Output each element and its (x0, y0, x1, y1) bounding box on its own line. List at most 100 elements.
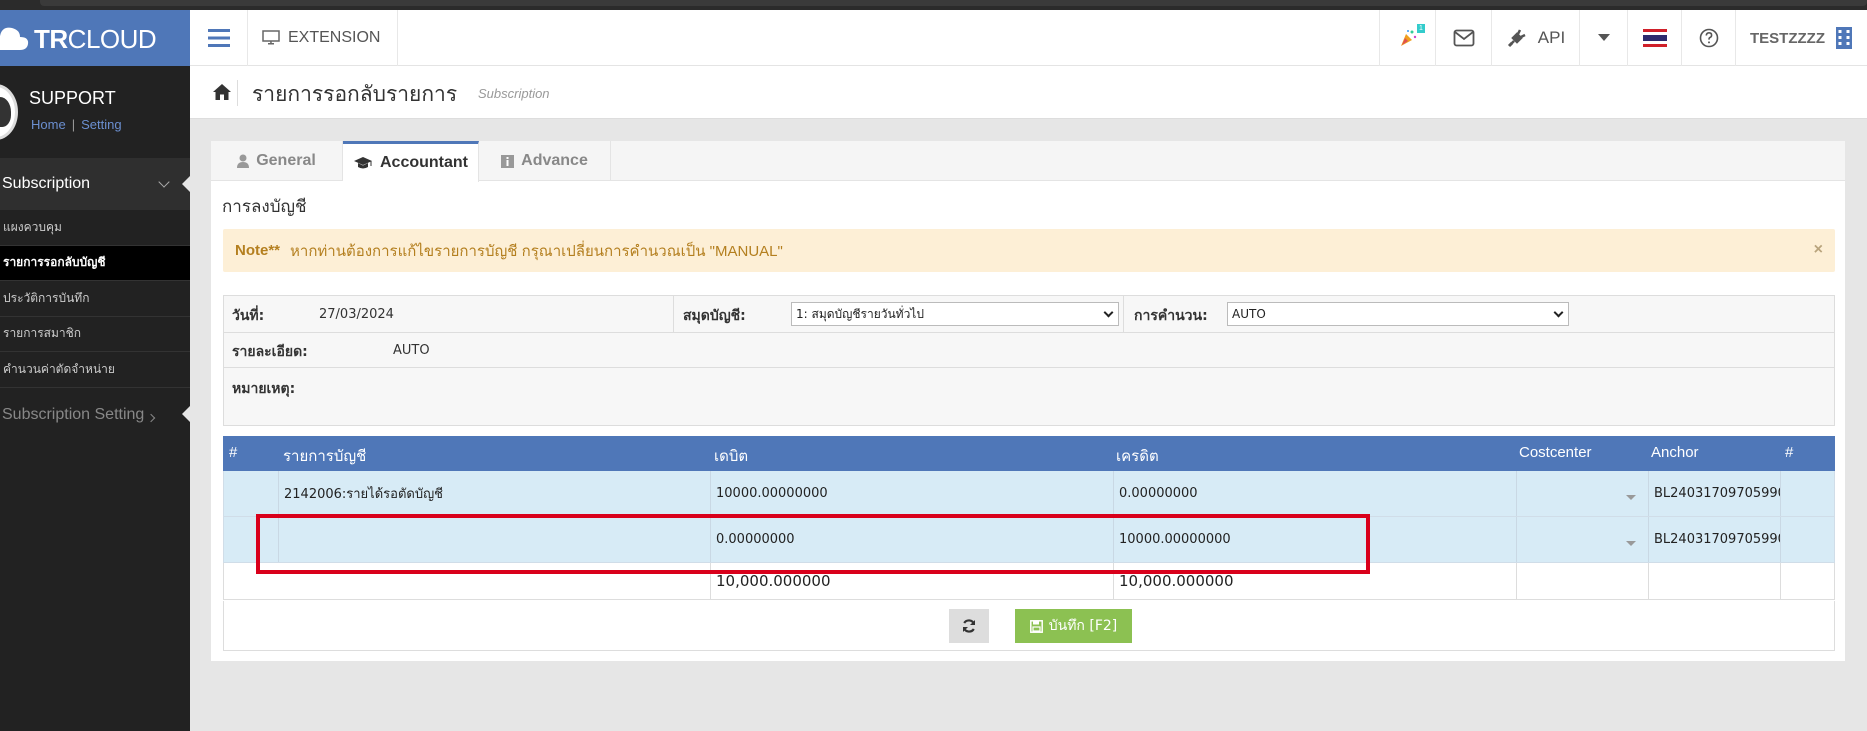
column-header: เครดิต (1116, 448, 1159, 465)
credit-cell[interactable]: 0.00000000 (1113, 471, 1516, 516)
section-title: การลงบัญชี (222, 197, 307, 217)
help-button[interactable] (1681, 10, 1735, 66)
row-action-cell[interactable] (1780, 517, 1836, 562)
sidebar-item-history[interactable]: ประวัติการบันทึก (0, 281, 190, 317)
tab-advance[interactable]: Advance (479, 141, 611, 181)
party-popper-icon (1400, 30, 1416, 46)
book-select[interactable]: 1: สมุดบัญชีรายวันทั่วไป (791, 302, 1119, 326)
sidebar: SUPPORT Home | Setting Subscription แผงควบ… (0, 66, 190, 731)
brand-logo[interactable]: TRCLOUD (0, 10, 190, 66)
sidebar-item-label: รายการรอกลับบัญชี (3, 255, 106, 270)
total-debit: 10,000.000000 (710, 563, 1113, 599)
monitor-icon (262, 30, 280, 45)
column-header: เดบิต (714, 448, 749, 465)
cloud-icon (0, 27, 29, 50)
costcenter-select[interactable] (1516, 471, 1648, 516)
extension-button[interactable]: EXTENSION (248, 10, 398, 66)
calc-select[interactable]: AUTO (1227, 302, 1569, 326)
divider (237, 80, 238, 106)
caret-down-icon (1626, 541, 1636, 546)
thai-flag-icon (1642, 29, 1667, 47)
totals-spacer (224, 563, 710, 599)
sidebar-item-label: คำนวนค่าตัดจำหน่าย (3, 361, 115, 376)
date-value[interactable]: 27/03/2024 (319, 307, 394, 322)
tab-label: General (256, 152, 316, 169)
column-header: Anchor (1651, 444, 1699, 461)
form-row-header: วันที่: 27/03/2024 สมุดบัญชี: 1: สมุดบัญ… (224, 296, 1834, 333)
debit-cell[interactable]: 10000.00000000 (710, 471, 1113, 516)
main-panel: General Accountant Advance การลงบัญชี No… (211, 141, 1845, 661)
caret-down-icon (1626, 495, 1636, 500)
sidebar-section-subscription[interactable]: Subscription (0, 158, 190, 210)
debit-cell[interactable]: 0.00000000 (710, 517, 1113, 562)
plug-icon (1507, 29, 1526, 48)
notification-button[interactable]: 1 (1379, 10, 1435, 66)
refresh-button[interactable] (949, 609, 989, 643)
table-header: # รายการบัญชี เดบิต เครดิต Costcenter An… (223, 436, 1835, 471)
dropdown-toggle[interactable] (1579, 10, 1627, 66)
tab-bar: General Accountant Advance (211, 141, 1845, 182)
hamburger-icon (207, 29, 230, 47)
note-prefix: Note** (235, 242, 281, 259)
browser-tab-strip (40, 0, 1867, 6)
api-button[interactable]: API (1491, 10, 1579, 66)
account-cell[interactable] (278, 517, 710, 562)
tab-label: Accountant (380, 154, 468, 171)
table-row[interactable]: 2142006:รายได้รอตัดบัญชี 10000.00000000 … (223, 471, 1835, 517)
profile-links: Home | Setting (31, 117, 122, 132)
api-label: API (1537, 28, 1566, 47)
mail-button[interactable] (1435, 10, 1491, 66)
column-header: # (229, 444, 238, 461)
totals-spacer (1516, 563, 1648, 599)
sidebar-section-label: Subscription Setting (2, 406, 145, 423)
sidebar-item-members[interactable]: รายการสมาชิก (0, 317, 190, 352)
table-row[interactable]: 0.00000000 10000.00000000 BL240317097059… (223, 517, 1835, 563)
tab-general[interactable]: General (211, 141, 343, 181)
sidebar-submenu: แผงควบคุม รายการรอกลับบัญชี ประวัติการบั… (0, 210, 190, 388)
user-menu[interactable]: TESTZZZZ (1735, 10, 1867, 66)
browser-top-bar (0, 0, 1867, 10)
totals-spacer (1648, 563, 1780, 599)
close-icon[interactable]: × (1814, 241, 1823, 259)
menu-toggle-button[interactable] (190, 10, 248, 66)
info-icon (501, 154, 515, 168)
book-label: สมุดบัญชี: (683, 308, 746, 324)
user-label: TESTZZZZ (1750, 29, 1825, 47)
brand-name: TRCLOUD (34, 24, 157, 54)
row-action-cell[interactable] (1780, 471, 1836, 516)
costcenter-select[interactable] (1516, 517, 1648, 562)
tab-accountant[interactable]: Accountant (343, 141, 479, 182)
detail-label: รายละเอียด: (232, 344, 308, 360)
sidebar-item-pending-reversal[interactable]: รายการรอกลับบัญชี (0, 245, 190, 281)
column-header: # (1785, 444, 1794, 461)
sidebar-item-label: ประวัติการบันทึก (3, 290, 90, 305)
note-alert: Note** หากท่านต้องการแก้ไขรายการบัญชี กร… (223, 229, 1835, 272)
chevron-down-icon (1103, 307, 1114, 318)
page-title: รายการรอกลับรายการ (252, 82, 458, 106)
save-button[interactable]: บันทึก [F2] (1015, 609, 1132, 643)
journal-form: วันที่: 27/03/2024 สมุดบัญชี: 1: สมุดบัญ… (223, 295, 1835, 426)
column-header: รายการบัญชี (283, 448, 367, 465)
sidebar-item-dashboard[interactable]: แผงควบคุม (0, 210, 190, 246)
detail-value[interactable]: AUTO (393, 343, 430, 358)
row-index-cell (224, 517, 278, 562)
calc-label: การคำนวน: (1134, 308, 1208, 324)
page-header: รายการรอกลับรายการ Subscription (190, 66, 1867, 119)
page-subtitle: Subscription (478, 86, 550, 101)
refresh-icon (962, 619, 976, 633)
avatar[interactable] (0, 84, 18, 140)
notification-badge: 1 (1417, 24, 1425, 33)
sidebar-section-subscription-setting[interactable]: Subscription Setting (0, 391, 190, 439)
sidebar-item-amortization[interactable]: คำนวนค่าตัดจำหน่าย (0, 352, 190, 388)
save-button-label: บันทึก [F2] (1048, 618, 1118, 634)
chevron-right-icon (147, 413, 156, 423)
graduation-cap-icon (354, 157, 372, 169)
account-cell[interactable]: 2142006:รายได้รอตัดบัญชี (278, 471, 710, 516)
home-icon[interactable] (212, 83, 232, 101)
home-link[interactable]: Home (31, 117, 66, 132)
language-button[interactable] (1627, 10, 1681, 66)
credit-cell[interactable]: 10000.00000000 (1113, 517, 1516, 562)
profile-section: SUPPORT Home | Setting (0, 66, 190, 158)
setting-link[interactable]: Setting (81, 117, 121, 132)
extension-label: EXTENSION (288, 29, 381, 46)
